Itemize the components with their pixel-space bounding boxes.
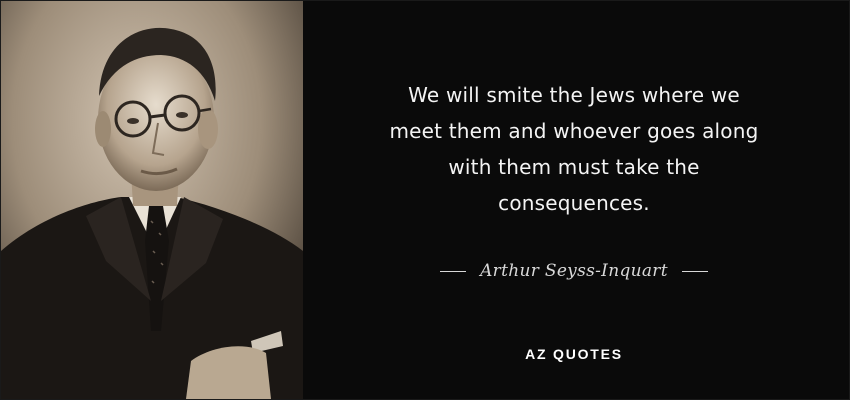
quote-area: We will smite the Jews where we meet the…: [303, 1, 849, 399]
quote-text: We will smite the Jews where we meet the…: [341, 77, 807, 221]
quote-line: We will smite the Jews where we: [408, 83, 740, 107]
quote-line: with them must take the: [448, 155, 700, 179]
quote-card: We will smite the Jews where we meet the…: [0, 0, 850, 400]
portrait-illustration: [1, 1, 303, 399]
portrait-photo: [1, 1, 303, 399]
quote-line: meet them and whoever goes along: [389, 119, 759, 143]
quote-line: consequences.: [498, 191, 650, 215]
author-dash-right: [681, 270, 708, 272]
brand-logo[interactable]: AZ QUOTES: [341, 346, 807, 362]
author-dash-left: [440, 270, 467, 272]
author-name[interactable]: Arthur Seyss-Inquart: [480, 261, 668, 281]
author-row: Arthur Seyss-Inquart: [341, 259, 807, 283]
